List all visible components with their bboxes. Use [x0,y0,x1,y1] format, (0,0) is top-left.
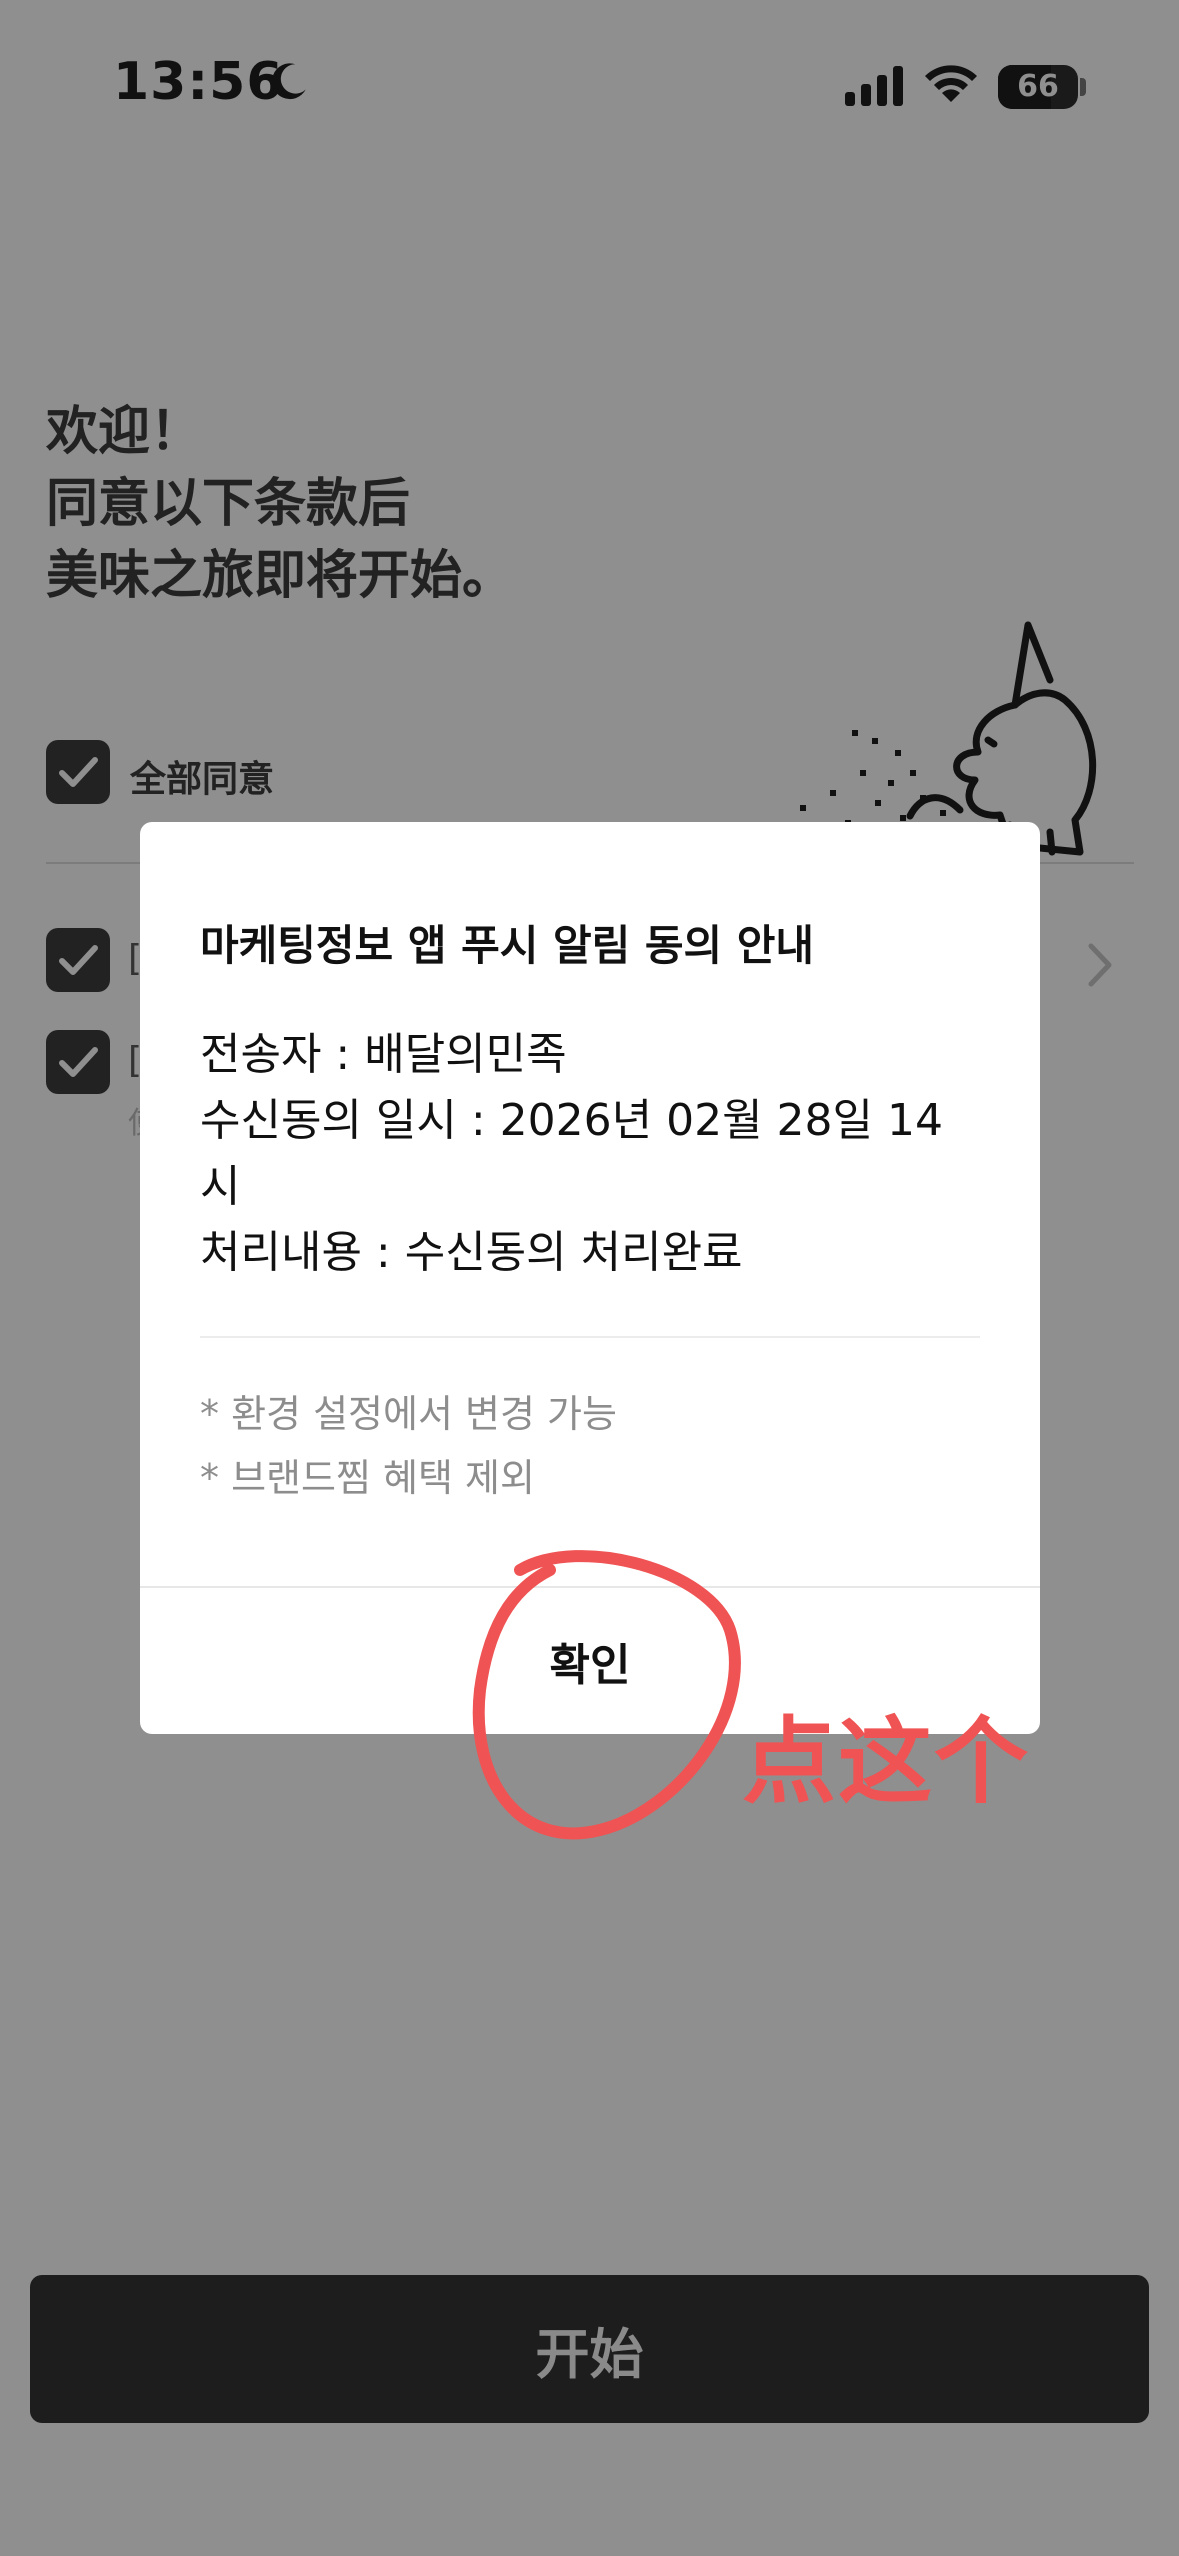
dialog-datetime-line-2: 시 [200,1161,241,1212]
check-icon [59,945,98,975]
agree-all-checkbox[interactable] [46,740,110,804]
dialog-notes: * 환경 설정에서 변경 가능 * 브랜드찜 혜택 제외 [200,1382,617,1510]
terms-item-2-checkbox[interactable] [46,1030,110,1094]
dialog-note-2: * 브랜드찜 혜택 제외 [200,1456,535,1500]
moon-icon [272,63,306,100]
dialog-note-1: * 환경 설정에서 변경 가능 [200,1392,617,1436]
dialog-title: 마케팅정보 앱 푸시 알림 동의 안내 [200,921,815,970]
battery-icon: 66 [998,65,1078,109]
start-button-label: 开始 [535,2322,644,2386]
welcome-line-2: 同意以下条款后 [46,474,411,534]
check-icon [59,1047,98,1077]
dialog-sender: 전송자 : 배달의민족 [200,1029,567,1080]
welcome-line-1: 欢迎！ [46,402,203,462]
agree-all-label: 全部同意 [130,759,275,800]
dialog-result: 처리내용 : 수신동의 처리완료 [200,1227,743,1278]
start-button[interactable]: 开始 [30,2275,1149,2423]
battery-level: 66 [1017,69,1059,104]
terms-item-1-checkbox[interactable] [46,928,110,992]
status-time: 13:56 [113,52,284,112]
welcome-line-3: 美味之旅即将开始。 [46,546,515,606]
annotation-circle [472,1550,741,1840]
welcome-heading: 欢迎！ 同意以下条款后 美味之旅即将开始。 [46,396,514,612]
cellular-signal-icon [845,66,903,106]
dialog-body: 전송자 : 배달의민족 수신동의 일시 : 2026년 02월 28일 14 시… [200,1022,990,1286]
annotation-text: 点这个 [742,1708,1031,1817]
battery-cap [1080,78,1086,96]
dialog-datetime-line-1: 수신동의 일시 : 2026년 02월 28일 14 [200,1095,944,1146]
dialog-divider [200,1336,980,1338]
wifi-icon [925,65,977,102]
check-icon [59,757,98,787]
chevron-right-icon[interactable] [1085,940,1115,990]
